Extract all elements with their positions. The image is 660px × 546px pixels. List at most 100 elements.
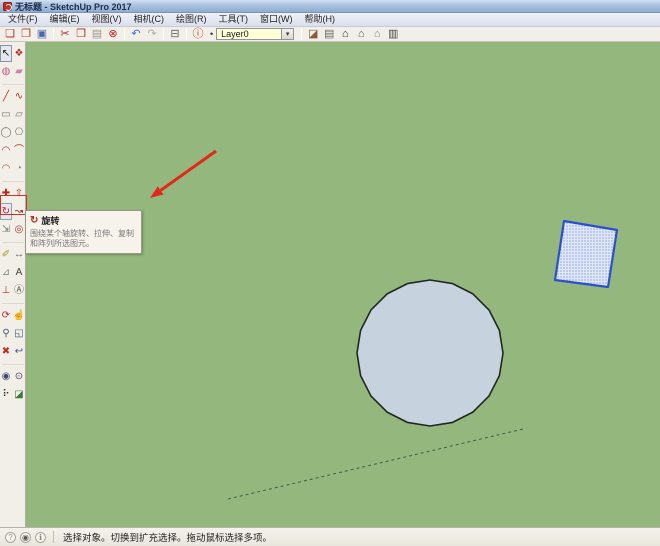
move-arrows-icon: ✚ (1, 187, 11, 199)
zoom-extents-tool[interactable]: ✖ (0, 343, 12, 360)
protractor-icon: ⊿ (1, 266, 11, 278)
position-camera-tool[interactable]: ◉ (0, 368, 12, 385)
palette-row: ◯ ⎔ (0, 124, 26, 142)
palette-group-divider (1, 361, 24, 365)
circle-shape[interactable] (356, 279, 504, 427)
rectangle-icon: ▭ (1, 108, 11, 120)
tape-measure-tool[interactable]: ✐ (0, 246, 12, 263)
undo-button[interactable]: ↶ (128, 27, 144, 41)
palette-row: ⠗ ◪ (0, 386, 26, 404)
offset-icon: ◎ (14, 223, 24, 235)
redo-button[interactable]: ↷ (144, 27, 160, 41)
instructor-status-icon[interactable]: ℹ (35, 531, 46, 543)
menu-tools[interactable]: 工具(T) (213, 13, 255, 26)
palette-row: ⚲ ◱ (0, 325, 26, 343)
rotated-rectangle-tool[interactable]: ▱ (13, 106, 25, 123)
two-point-arc-tool[interactable]: ⌒ (13, 142, 25, 159)
view-right-button[interactable]: ⌂ (353, 27, 369, 41)
pan-tool[interactable]: ☝ (13, 307, 25, 324)
erase-button[interactable]: ⊗ (105, 27, 121, 41)
walk-tool[interactable]: ⠗ (0, 386, 12, 403)
menu-edit[interactable]: 编辑(E) (44, 13, 86, 26)
polygon-tool[interactable]: ⎔ (13, 124, 25, 141)
axes-tool[interactable]: ⊥ (0, 282, 12, 299)
rotated-rectangle-icon: ▱ (15, 108, 23, 120)
layer-bullet-icon: • (210, 29, 214, 39)
section-plane-tool[interactable]: ◪ (13, 386, 25, 403)
model-info-button[interactable]: ⓘ (190, 27, 206, 41)
make-component-tool[interactable]: ❖ (13, 45, 25, 62)
push-pull-tool[interactable]: ⇧ (13, 185, 25, 202)
new-button[interactable]: ❏ (2, 27, 18, 41)
text-tool[interactable]: A (13, 264, 25, 281)
copy-icon: ❒ (76, 27, 86, 40)
cut-button[interactable]: ✂ (57, 27, 73, 41)
dimension-icon: ↔ (14, 248, 24, 260)
arc-tool[interactable]: ◠ (0, 142, 12, 159)
copy-button[interactable]: ❒ (73, 27, 89, 41)
tape-measure-icon: ✐ (1, 248, 11, 260)
follow-me-tool[interactable]: ↝ (13, 203, 25, 220)
arc-icon: ◠ (1, 144, 11, 156)
window-title: 无标题 - SketchUp Pro 2017 (15, 1, 132, 12)
layer-dropdown[interactable]: • Layer0 ▾ (210, 28, 295, 40)
layer-dropdown-value[interactable]: Layer0 (216, 28, 283, 40)
polygon-icon: ⎔ (14, 126, 24, 138)
select-tool[interactable]: ↖ (0, 45, 12, 62)
circle-icon: ◯ (0, 126, 12, 138)
menu-window[interactable]: 窗口(W) (254, 13, 299, 26)
save-disk-icon: ▣ (36, 27, 48, 40)
open-button[interactable]: ❐ (18, 27, 34, 41)
rectangle-tool[interactable]: ▭ (0, 106, 12, 123)
view-iso-button[interactable]: ◪ (305, 27, 321, 41)
palette-row: ⇲ ◎ (0, 221, 26, 239)
menu-help[interactable]: 帮助(H) (299, 13, 342, 26)
circle-tool[interactable]: ◯ (0, 124, 12, 141)
view-back-button[interactable]: ▥ (385, 27, 401, 41)
move-tool[interactable]: ✚ (0, 185, 12, 202)
pie-icon: ◔ (15, 162, 23, 174)
print-button[interactable]: ⊟ (167, 27, 183, 41)
pie-tool[interactable]: ◔ (13, 160, 25, 177)
model-info-icon: ⓘ (192, 27, 204, 40)
orbit-tool[interactable]: ⟳ (0, 307, 12, 324)
paint-bucket-tool[interactable]: ◍ (0, 63, 12, 80)
dimension-tool[interactable]: ↔ (13, 246, 25, 263)
eraser-icon: ▰ (15, 65, 23, 77)
menu-camera[interactable]: 相机(C) (128, 13, 171, 26)
freehand-tool[interactable]: ∿ (13, 88, 25, 105)
view-left-button[interactable]: ⌂ (369, 27, 385, 41)
zoom-window-tool[interactable]: ◱ (13, 325, 25, 342)
three-point-arc-tool[interactable]: ◠ (0, 160, 12, 177)
pan-hand-icon: ☝ (12, 309, 26, 321)
toolbar-left-group: ❏ ❐ ▣ ✂ ❒ ▤ ⊗ ↶ ↷ ⊟ ⓘ (2, 27, 206, 41)
scale-tool[interactable]: ⇲ (0, 221, 12, 238)
palette-group-divider (1, 178, 24, 182)
layer-dropdown-arrow-icon[interactable]: ▾ (282, 28, 295, 40)
previous-view-icon: ↩ (14, 345, 24, 357)
protractor-tool[interactable]: ⊿ (0, 264, 12, 281)
menu-view[interactable]: 视图(V) (86, 13, 128, 26)
look-around-tool[interactable]: ⊙ (13, 368, 25, 385)
eraser-tool[interactable]: ▰ (13, 63, 25, 80)
offset-tool[interactable]: ◎ (13, 221, 25, 238)
save-button[interactable]: ▣ (34, 27, 50, 41)
position-camera-icon: ◉ (1, 370, 11, 382)
zoom-tool[interactable]: ⚲ (0, 325, 12, 342)
paste-button[interactable]: ▤ (89, 27, 105, 41)
title-bar: 无标题 - SketchUp Pro 2017 (0, 0, 660, 13)
line-tool[interactable]: ╱ (0, 88, 12, 105)
menu-draw[interactable]: 绘图(R) (170, 13, 213, 26)
view-top-button[interactable]: ▤ (321, 27, 337, 41)
help-status-icon[interactable]: ? (5, 531, 16, 543)
zoom-window-icon: ◱ (14, 327, 24, 339)
menu-file[interactable]: 文件(F) (2, 13, 44, 26)
drawing-canvas[interactable] (26, 42, 660, 527)
previous-view-tool[interactable]: ↩ (13, 343, 25, 360)
geolocation-status-icon[interactable]: ◉ (20, 531, 31, 543)
3d-text-tool[interactable]: Ⓐ (13, 282, 25, 299)
palette-row: ⊿ A (0, 264, 26, 282)
rotate-tool[interactable]: ↻ (0, 203, 12, 220)
view-front-button[interactable]: ⌂ (337, 27, 353, 41)
selected-square-shape[interactable] (553, 219, 619, 289)
